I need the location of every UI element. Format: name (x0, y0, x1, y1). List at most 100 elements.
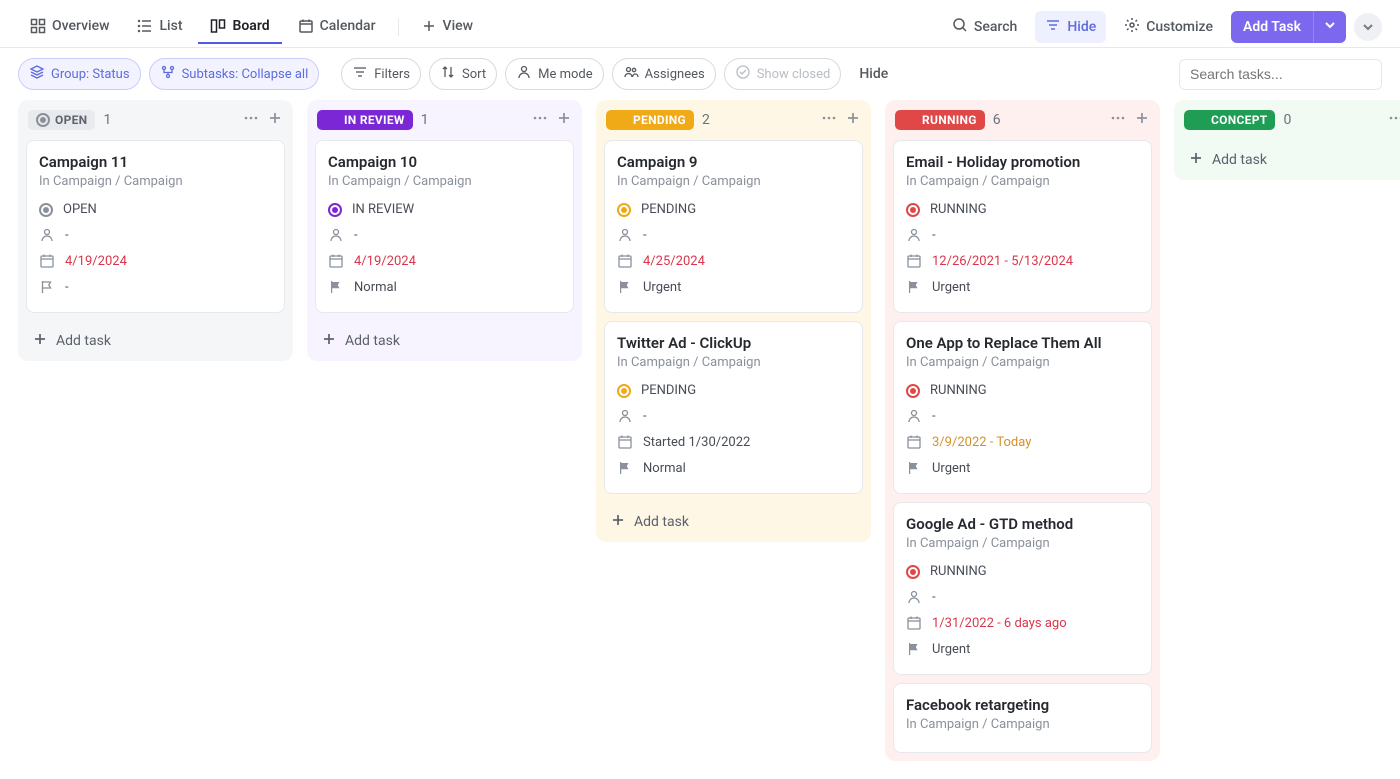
person-icon (39, 227, 55, 243)
tab-list[interactable]: List (125, 10, 194, 44)
search-button[interactable]: Search (942, 11, 1027, 43)
task-title: Twitter Ad - ClickUp (617, 334, 850, 352)
search-label: Search (974, 19, 1017, 35)
task-assignee-row: - (328, 222, 561, 248)
add-task-label: Add task (345, 333, 400, 349)
task-status: PENDING (641, 202, 696, 217)
task-assignee: - (65, 228, 69, 243)
add-task-button[interactable]: Add Task (1231, 13, 1313, 41)
column-running: RUNNING6Email - Holiday promotionIn Camp… (885, 100, 1160, 761)
column-menu[interactable] (1110, 110, 1126, 130)
task-card[interactable]: Campaign 11In Campaign / CampaignOPEN-4/… (26, 140, 285, 313)
add-task-row[interactable]: Add task (18, 321, 293, 361)
board-icon (210, 18, 226, 34)
add-view-button[interactable]: View (409, 10, 486, 44)
task-date: 4/19/2024 (65, 254, 127, 269)
task-assignee: - (932, 409, 936, 424)
task-status: RUNNING (930, 383, 987, 398)
task-status-row: PENDING (617, 378, 850, 403)
flag-icon (906, 460, 922, 476)
flag-icon (617, 460, 633, 476)
tab-label: Overview (52, 18, 109, 34)
column-actions (1388, 110, 1400, 130)
status-badge[interactable]: RUNNING (895, 110, 985, 130)
subtasks-icon (160, 64, 176, 84)
me-mode-pill[interactable]: Me mode (505, 58, 604, 90)
task-title: Facebook retargeting (906, 696, 1139, 714)
sort-pill[interactable]: Sort (429, 58, 497, 90)
add-task-row[interactable]: Add task (1174, 140, 1400, 180)
people-icon (623, 64, 639, 84)
column-header: CONCEPT0 (1174, 100, 1400, 140)
task-date: 1/31/2022 - 6 days ago (932, 616, 1067, 631)
task-card[interactable]: Email - Holiday promotionIn Campaign / C… (893, 140, 1152, 313)
tab-label: Calendar (320, 18, 376, 34)
status-badge[interactable]: CONCEPT (1184, 110, 1275, 130)
calendar-icon (298, 18, 314, 34)
task-card[interactable]: Campaign 9In Campaign / CampaignPENDING-… (604, 140, 863, 313)
task-priority-row: Urgent (906, 455, 1139, 481)
task-assignee: - (932, 590, 936, 605)
kanban-board: OPEN1Campaign 11In Campaign / CampaignOP… (0, 100, 1400, 779)
column-actions (532, 110, 572, 130)
overview-icon (30, 18, 46, 34)
flag-icon (617, 279, 633, 295)
task-assignee-row: - (617, 403, 850, 429)
add-task-row[interactable]: Add task (596, 502, 871, 542)
task-search-input[interactable] (1190, 66, 1371, 82)
show-closed-pill[interactable]: Show closed (724, 58, 842, 90)
task-card[interactable]: Facebook retargetingIn Campaign / Campai… (893, 683, 1152, 753)
subtasks-label: Subtasks: Collapse all (182, 67, 309, 82)
task-priority-row: Urgent (906, 636, 1139, 662)
column-open: OPEN1Campaign 11In Campaign / CampaignOP… (18, 100, 293, 361)
task-location: In Campaign / Campaign (328, 174, 561, 189)
task-assignee: - (643, 409, 647, 424)
task-title: Campaign 10 (328, 153, 561, 171)
task-status: OPEN (63, 202, 97, 217)
column-menu[interactable] (532, 110, 548, 130)
plus-icon (421, 18, 437, 34)
task-assignee: - (354, 228, 358, 243)
task-card[interactable]: Google Ad - GTD methodIn Campaign / Camp… (893, 502, 1152, 675)
column-concept: CONCEPT0Add task (1174, 100, 1400, 180)
more-menu[interactable] (1354, 13, 1382, 41)
flag-icon (906, 641, 922, 657)
add-task-row[interactable]: Add task (307, 321, 582, 361)
column-actions (243, 110, 283, 130)
column-menu[interactable] (821, 110, 837, 130)
status-dot-icon (903, 113, 917, 127)
task-title: Campaign 9 (617, 153, 850, 171)
plus-icon (321, 331, 337, 351)
task-card[interactable]: Twitter Ad - ClickUpIn Campaign / Campai… (604, 321, 863, 494)
hide-button[interactable]: Hide (1035, 11, 1106, 43)
status-dot-icon (906, 565, 920, 579)
calendar-icon (617, 253, 633, 269)
add-task-primary: Add Task (1231, 11, 1346, 43)
status-badge[interactable]: PENDING (606, 110, 694, 130)
group-by-pill[interactable]: Group: Status (18, 58, 141, 90)
tab-calendar[interactable]: Calendar (286, 10, 388, 44)
status-badge[interactable]: OPEN (28, 110, 95, 130)
add-task-dropdown[interactable] (1313, 11, 1346, 43)
filters-pill[interactable]: Filters (341, 58, 421, 90)
tab-overview[interactable]: Overview (18, 10, 121, 44)
tab-board[interactable]: Board (198, 10, 281, 44)
plus-icon (1188, 150, 1204, 170)
column-menu[interactable] (243, 110, 259, 130)
column-add[interactable] (556, 110, 572, 130)
column-add[interactable] (1134, 110, 1150, 130)
customize-button[interactable]: Customize (1114, 11, 1223, 43)
assignees-pill[interactable]: Assignees (612, 58, 716, 90)
task-card[interactable]: One App to Replace Them AllIn Campaign /… (893, 321, 1152, 494)
column-menu[interactable] (1388, 110, 1400, 130)
task-assignee-row: - (906, 584, 1139, 610)
task-card[interactable]: Campaign 10In Campaign / CampaignIN REVI… (315, 140, 574, 313)
column-add[interactable] (267, 110, 283, 130)
status-badge[interactable]: IN REVIEW (317, 110, 413, 130)
task-search[interactable] (1179, 59, 1382, 90)
column-add[interactable] (845, 110, 861, 130)
column-count: 2 (702, 112, 710, 128)
toolbar-hide-button[interactable]: Hide (849, 61, 898, 87)
hide-icon (1045, 17, 1061, 37)
subtasks-pill[interactable]: Subtasks: Collapse all (149, 58, 320, 90)
